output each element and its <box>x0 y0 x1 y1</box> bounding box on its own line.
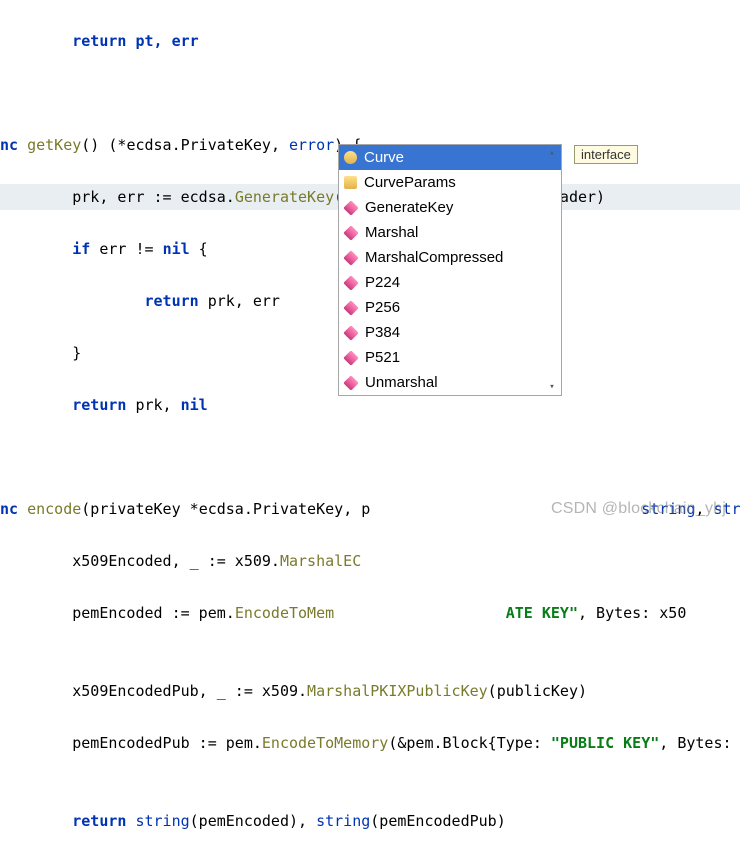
keyword-return: return <box>72 396 126 414</box>
popup-scrollbar[interactable]: ▴ ▾ <box>545 148 559 392</box>
autocomplete-item[interactable]: GenerateKey <box>339 195 561 220</box>
type-icon <box>344 176 357 189</box>
keyword-return: return <box>72 812 126 830</box>
autocomplete-label: GenerateKey <box>365 199 453 216</box>
autocomplete-item[interactable]: P521 <box>339 345 561 370</box>
function-icon <box>343 250 358 265</box>
keyword-func: nc <box>0 500 27 518</box>
autocomplete-item[interactable]: Unmarshal <box>339 370 561 395</box>
function-icon <box>343 200 358 215</box>
scroll-down-icon[interactable]: ▾ <box>545 382 559 392</box>
function-icon <box>343 350 358 365</box>
watermark-text: CSDN @blockchain_yhj <box>551 500 726 518</box>
function-icon <box>343 300 358 315</box>
func-name: encode <box>27 500 81 518</box>
autocomplete-label: MarshalCompressed <box>365 249 503 266</box>
keyword-return: return pt, err <box>0 32 199 50</box>
autocomplete-label: P521 <box>365 349 400 366</box>
keyword-nil: nil <box>163 240 190 258</box>
autocomplete-label: Marshal <box>365 224 418 241</box>
autocomplete-item[interactable]: MarshalCompressed <box>339 245 561 270</box>
autocomplete-item-selected[interactable]: Curve <box>339 145 561 170</box>
interface-icon <box>344 151 357 164</box>
string-literal: "PUBLIC KEY" <box>551 734 659 752</box>
type-tooltip: interface <box>574 145 638 164</box>
autocomplete-popup[interactable]: Curve CurveParams GenerateKey Marshal Ma… <box>338 144 562 396</box>
autocomplete-label: Unmarshal <box>365 374 438 391</box>
autocomplete-item[interactable]: Marshal <box>339 220 561 245</box>
autocomplete-label: P256 <box>365 299 400 316</box>
autocomplete-label: CurveParams <box>364 174 456 191</box>
function-icon <box>343 225 358 240</box>
func-name: getKey <box>27 136 81 154</box>
autocomplete-item[interactable]: P256 <box>339 295 561 320</box>
autocomplete-label: P224 <box>365 274 400 291</box>
autocomplete-item[interactable]: P384 <box>339 320 561 345</box>
function-icon <box>343 275 358 290</box>
keyword-if: if <box>72 240 90 258</box>
scroll-up-icon[interactable]: ▴ <box>545 148 559 158</box>
autocomplete-item[interactable]: CurveParams <box>339 170 561 195</box>
autocomplete-label: P384 <box>365 324 400 341</box>
keyword-return: return <box>145 292 199 310</box>
autocomplete-label: Curve <box>364 149 404 166</box>
function-icon <box>343 325 358 340</box>
function-icon <box>343 375 358 390</box>
keyword-func: nc <box>0 136 27 154</box>
code-editor[interactable]: return pt, err nc getKey() (*ecdsa.Priva… <box>0 0 740 860</box>
autocomplete-item[interactable]: P224 <box>339 270 561 295</box>
